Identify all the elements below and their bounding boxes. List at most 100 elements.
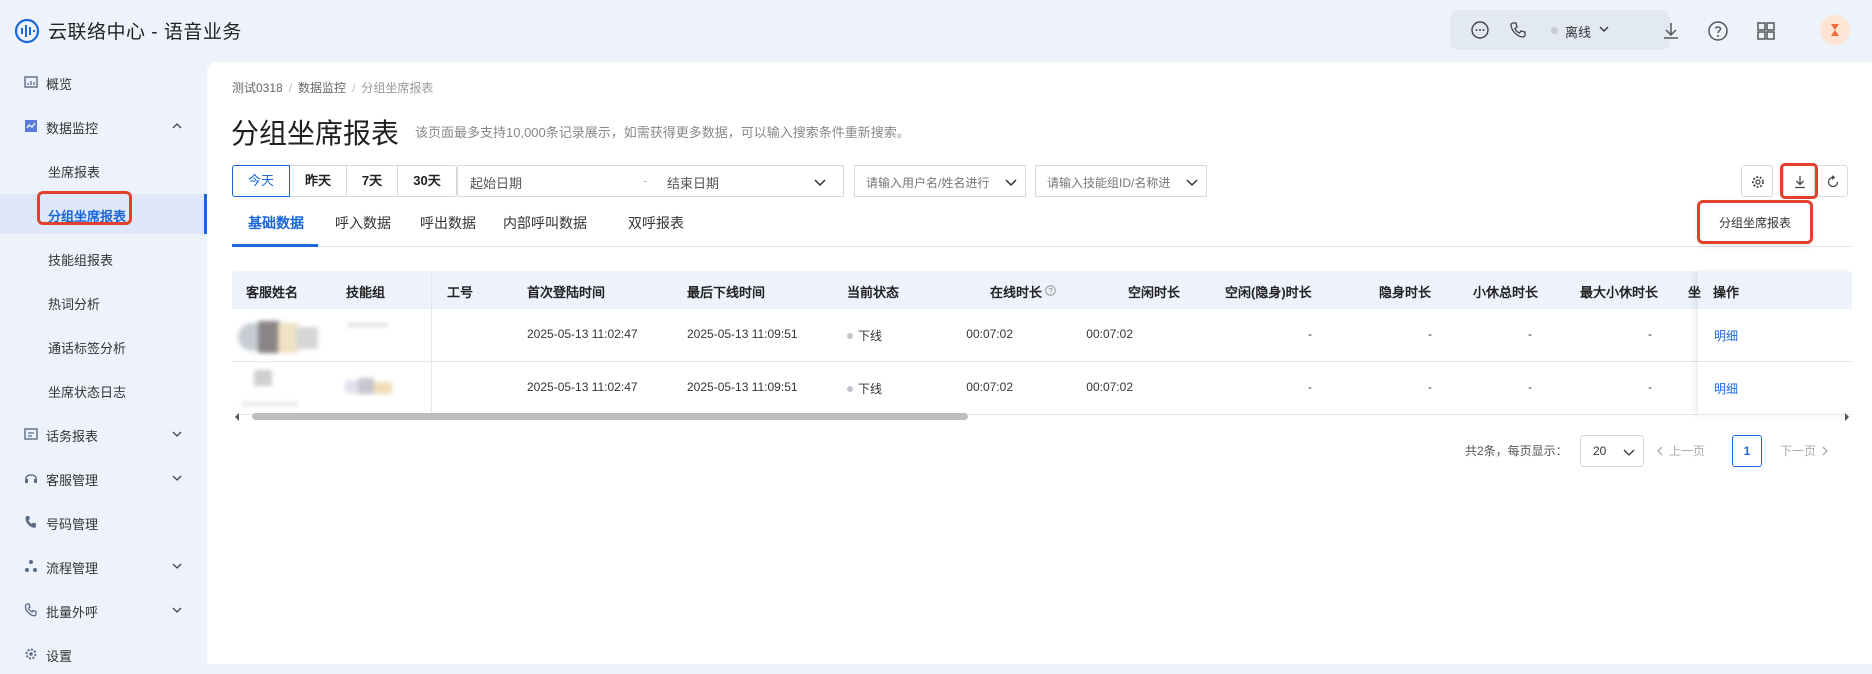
sidebar-item-label: 概览: [46, 77, 73, 92]
settings-button[interactable]: [1741, 165, 1773, 197]
chevron-down-icon: [1623, 449, 1635, 456]
status-dot: [847, 386, 853, 392]
tab-internal-call-data[interactable]: 内部呼叫数据: [503, 213, 587, 233]
column-header: 客服姓名: [246, 285, 299, 300]
column-header: 当前状态: [847, 285, 900, 300]
dashboard-icon: [24, 76, 38, 88]
sidebar-item-flow-management[interactable]: 流程管理: [0, 546, 207, 586]
cell-last-logout: 2025-05-13 11:09:51: [687, 380, 798, 394]
chevron-left-icon: [1657, 446, 1663, 456]
chevron-down-icon: [172, 475, 182, 481]
apps-grid-icon[interactable]: [1755, 20, 1777, 42]
tab-basic-data[interactable]: 基础数据: [248, 213, 304, 233]
sidebar-item-label: 流程管理: [46, 561, 99, 576]
download-icon[interactable]: [1660, 20, 1682, 42]
sidebar-item-skill-group-report[interactable]: 技能组报表: [0, 238, 207, 278]
phone-icon[interactable]: [1508, 20, 1528, 40]
sidebar-item-label: 热词分析: [48, 297, 101, 312]
page-description: 该页面最多支持10,000条记录展示，如需获得更多数据，可以输入搜索条件重新搜索…: [415, 125, 910, 140]
cell-hidden-duration: -: [1428, 380, 1432, 394]
tab-dual-call-report[interactable]: 双呼报表: [628, 213, 684, 233]
column-header: 空闲(隐身)时长: [1225, 285, 1312, 300]
agent-status[interactable]: 离线: [1565, 22, 1591, 41]
status-text: 下线: [858, 382, 883, 396]
chat-icon[interactable]: [1470, 20, 1490, 40]
pagination-total: 共2条，每页显示：: [1465, 444, 1568, 458]
scroll-left-icon[interactable]: [232, 412, 242, 422]
date-range-picker[interactable]: 起始日期 - 结束日期: [457, 165, 844, 197]
headset-icon: [25, 474, 37, 483]
prev-page-label: 上一页: [1669, 444, 1706, 458]
chevron-down-icon: [172, 431, 182, 437]
help-icon[interactable]: [1707, 20, 1729, 42]
column-header: 最后下线时间: [687, 285, 766, 300]
range-today-button[interactable]: 今天: [232, 165, 290, 197]
horizontal-scrollbar[interactable]: [232, 412, 1852, 422]
main-panel: 测试0318 / 数据监控 / 分组坐席报表 分组坐席报表 该页面最多支持10,000条…: [207, 62, 1872, 664]
scrollbar-thumb[interactable]: [252, 413, 968, 420]
sidebar-item-overview[interactable]: 概览: [0, 62, 207, 102]
sidebar-item-batch-outbound[interactable]: 批量外呼: [0, 590, 207, 630]
scroll-right-icon[interactable]: [1842, 412, 1852, 422]
chevron-down-icon: [172, 563, 182, 569]
breadcrumb-item[interactable]: 测试0318: [232, 81, 283, 95]
sidebar-item-data-monitor[interactable]: 数据监控: [0, 106, 207, 146]
sidebar-item-label: 坐席状态日志: [48, 385, 127, 400]
range-yesterday-button[interactable]: 昨天: [289, 165, 347, 197]
sidebar-item-label: 设置: [46, 649, 73, 664]
cell-online-duration: 00:07:02: [966, 327, 1013, 341]
user-avatar[interactable]: [1820, 15, 1850, 45]
info-icon[interactable]: [1045, 285, 1056, 296]
status-dot: [847, 333, 853, 339]
sidebar-item-agent-management[interactable]: 客服管理: [0, 458, 207, 498]
sidebar-item-label: 坐席报表: [48, 165, 101, 180]
sidebar-item-settings[interactable]: 设置: [0, 634, 207, 674]
cell-hidden-duration: -: [1428, 327, 1432, 341]
user-search-select[interactable]: 请输入用户名/姓名进行: [854, 165, 1026, 197]
chevron-down-icon[interactable]: [1598, 23, 1610, 35]
range-7days-button[interactable]: 7天: [346, 165, 398, 197]
tab-active-indicator: [232, 244, 318, 247]
sidebar-item-hotword-analysis[interactable]: 热词分析: [0, 282, 207, 322]
refresh-button[interactable]: [1816, 165, 1848, 197]
gear-icon: [1752, 176, 1764, 188]
user-search-placeholder: 请输入用户名/姓名进行: [866, 176, 990, 190]
breadcrumb-separator: /: [288, 81, 293, 95]
agent-toolbar: 离线: [1450, 10, 1670, 50]
next-page-button[interactable]: 下一页: [1780, 442, 1830, 459]
app-title: 云联络中心 - 语音业务: [48, 22, 242, 43]
sidebar-item-call-tag-analysis[interactable]: 通话标签分析: [0, 326, 207, 366]
chevron-up-icon: [172, 123, 182, 129]
sidebar-item-traffic-report[interactable]: 话务报表: [0, 414, 207, 454]
page-number-current[interactable]: 1: [1732, 435, 1762, 467]
range-30days-button[interactable]: 30天: [397, 165, 457, 197]
column-header: 最大小休时长: [1580, 285, 1659, 300]
skill-group-search-select[interactable]: 请输入技能组ID/名称进: [1035, 165, 1207, 197]
avatar-icon: [1831, 24, 1839, 36]
flow-icon: [25, 560, 37, 572]
start-date-input[interactable]: 起始日期: [470, 173, 522, 192]
sidebar-item-agent-report[interactable]: 坐席报表: [0, 150, 207, 190]
column-divider: [431, 271, 432, 415]
breadcrumb-item[interactable]: 数据监控: [298, 81, 346, 95]
monitor-icon: [25, 120, 37, 132]
sidebar-item-label: 通话标签分析: [48, 341, 127, 356]
end-date-input[interactable]: 结束日期: [667, 173, 719, 192]
column-header: 空闲时长: [1128, 285, 1181, 300]
sidebar-item-agent-status-log[interactable]: 坐席状态日志: [0, 370, 207, 410]
prev-page-button[interactable]: 上一页: [1655, 442, 1705, 459]
gear-icon: [25, 648, 37, 660]
page-size-select[interactable]: 20: [1580, 435, 1644, 467]
cell-idle-duration: 00:07:02: [1086, 380, 1133, 394]
breadcrumb-separator: /: [352, 81, 356, 95]
next-page-label: 下一页: [1780, 444, 1817, 458]
cell-status: 下线: [847, 327, 882, 344]
sidebar-item-number-management[interactable]: 号码管理: [0, 502, 207, 542]
tab-outbound-data[interactable]: 呼出数据: [420, 213, 476, 233]
cell-break-total: -: [1528, 327, 1532, 341]
tab-inbound-data[interactable]: 呼入数据: [335, 213, 391, 233]
phone-icon: [25, 516, 36, 528]
cell-first-login: 2025-05-13 11:02:47: [527, 327, 638, 341]
cell-break-max: -: [1648, 380, 1652, 394]
fixed-column-shadow: [1698, 271, 1852, 415]
